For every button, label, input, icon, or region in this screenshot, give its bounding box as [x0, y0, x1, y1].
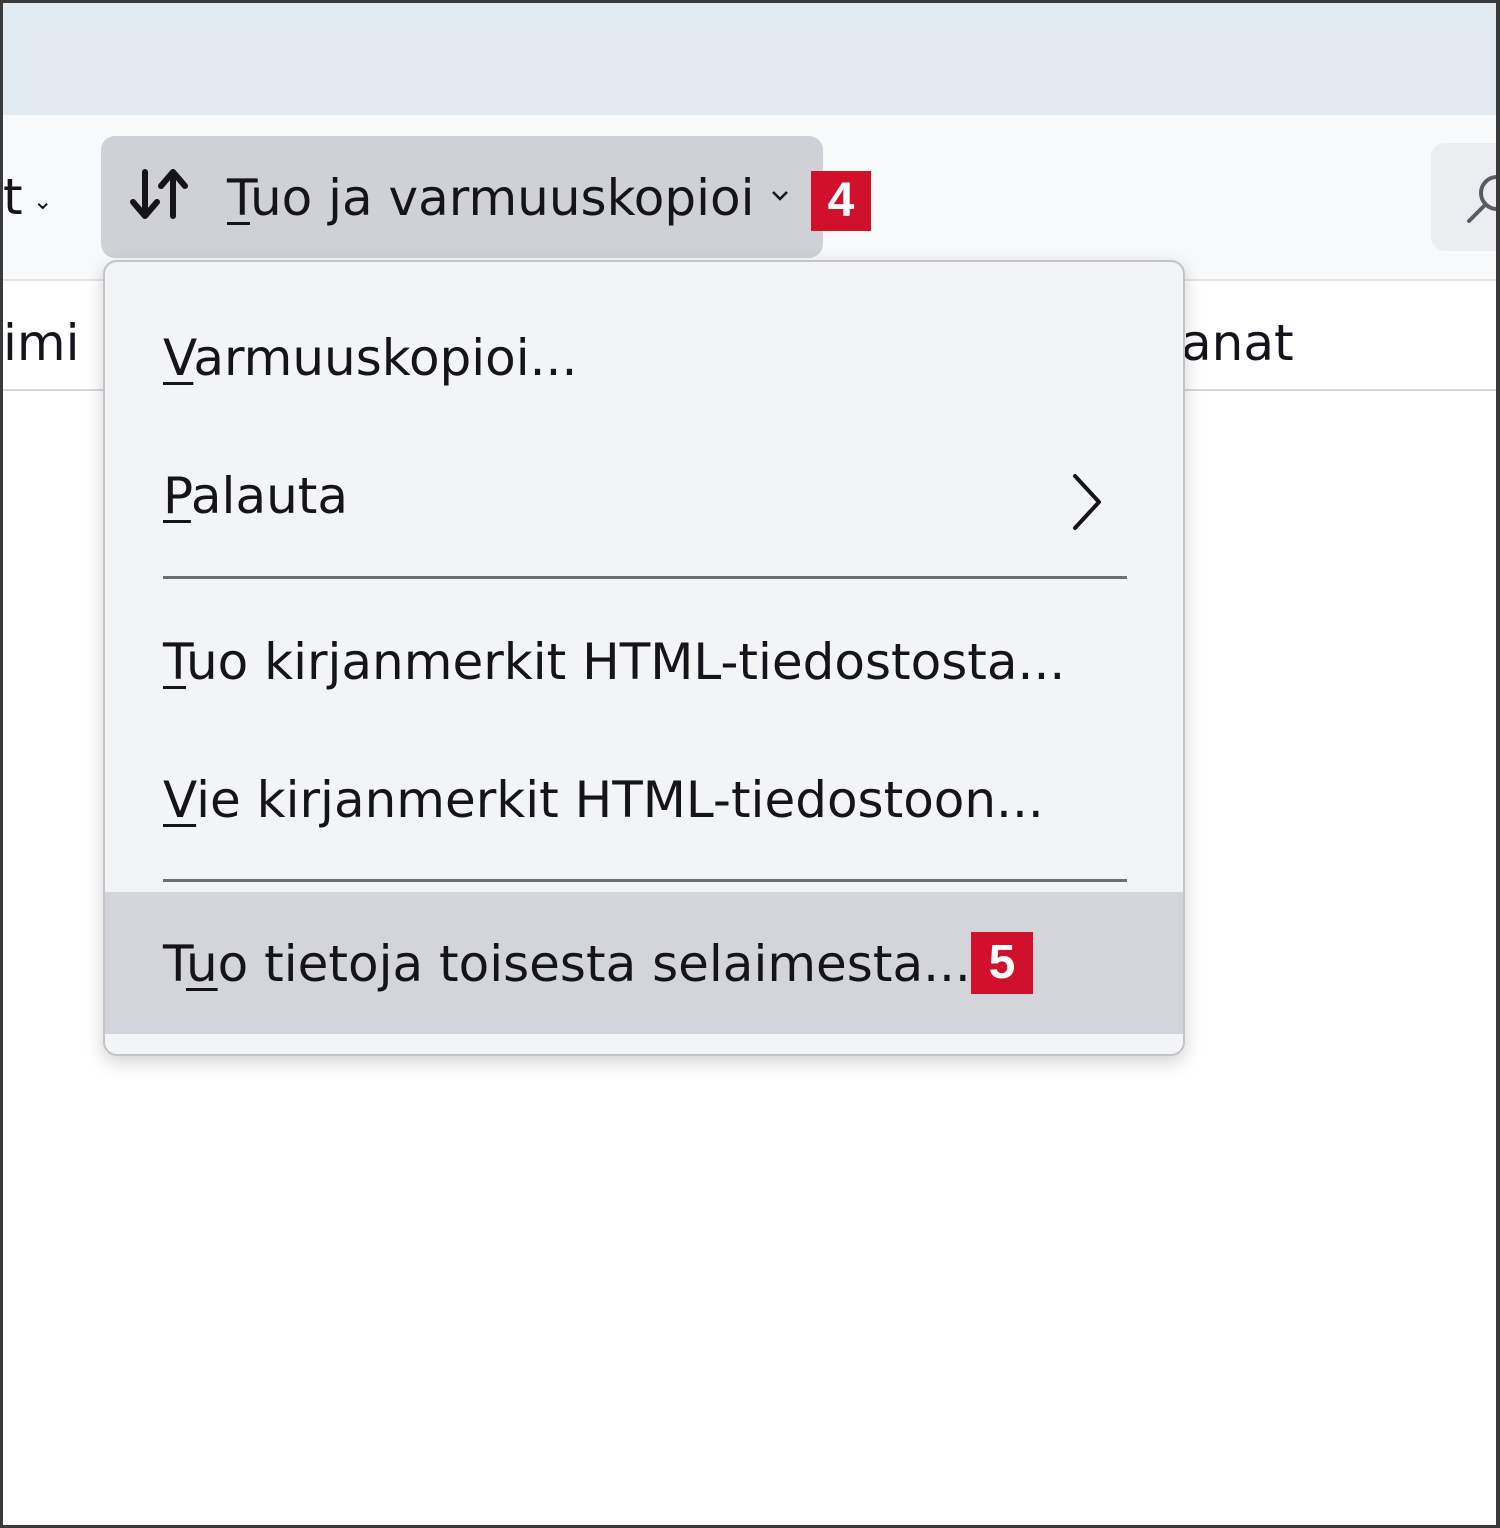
menu-item-import-other-browser[interactable]: Tuo tietoja toisesta selaimesta... 5: [105, 892, 1183, 1034]
callout-badge: 4: [811, 171, 871, 231]
import-backup-label: Tuo ja varmuuskopioi: [227, 166, 754, 230]
title-bar: [3, 3, 1496, 115]
search-icon: [1467, 175, 1496, 223]
search-input[interactable]: [1431, 143, 1496, 251]
chevron-down-icon: [772, 191, 788, 201]
label-text: T: [163, 935, 186, 993]
chevron-down-icon: ⌄: [32, 186, 53, 215]
access-key: T: [163, 633, 186, 691]
access-key: T: [227, 169, 250, 227]
label-text: armuuskopioi...: [193, 329, 578, 387]
sort-arrows-icon: [130, 169, 188, 219]
import-backup-menu: Varmuuskopioi... Palauta Tuo kirjanmerki…: [103, 260, 1185, 1056]
access-key: P: [163, 467, 191, 525]
column-header-name[interactable]: imi: [3, 311, 80, 375]
library-window: t ⌄ Tuo ja varmuuskopioi 4 imi anat Varmu…: [0, 0, 1500, 1528]
menu-separator: [163, 879, 1127, 882]
label-text: alauta: [190, 467, 349, 525]
column-header-keywords[interactable]: anat: [1181, 311, 1294, 375]
menu-item-label: Varmuuskopioi...: [163, 326, 577, 390]
menu-item-label: Tuo tietoja toisesta selaimesta...: [163, 932, 971, 996]
menu-item-label: Palauta: [163, 464, 348, 528]
label-text: o tietoja toisesta selaimesta...: [217, 935, 971, 993]
callout-badge: 5: [971, 932, 1033, 994]
access-key: u: [185, 935, 218, 993]
organize-label: t: [3, 168, 23, 226]
menu-item-label: Vie kirjanmerkit HTML-tiedostoon...: [163, 768, 1044, 832]
menu-item-import-html[interactable]: Tuo kirjanmerkit HTML-tiedostosta...: [105, 602, 1183, 722]
menu-item-backup[interactable]: Varmuuskopioi...: [105, 298, 1183, 418]
menu-separator: [163, 576, 1127, 579]
import-backup-button[interactable]: Tuo ja varmuuskopioi: [101, 136, 823, 258]
chevron-right-icon: [1073, 474, 1101, 530]
menu-item-restore[interactable]: Palauta: [105, 436, 1183, 556]
label-text: ie kirjanmerkit HTML-tiedostoon...: [196, 771, 1044, 829]
menu-item-label: Tuo kirjanmerkit HTML-tiedostosta...: [163, 630, 1065, 694]
access-key: V: [163, 771, 197, 829]
access-key: V: [163, 329, 194, 387]
label-text: uo ja varmuuskopioi: [249, 169, 755, 227]
organize-menu-button[interactable]: t ⌄: [3, 165, 53, 229]
label-text: uo kirjanmerkit HTML-tiedostosta...: [185, 633, 1066, 691]
menu-item-export-html[interactable]: Vie kirjanmerkit HTML-tiedostoon...: [105, 740, 1183, 860]
